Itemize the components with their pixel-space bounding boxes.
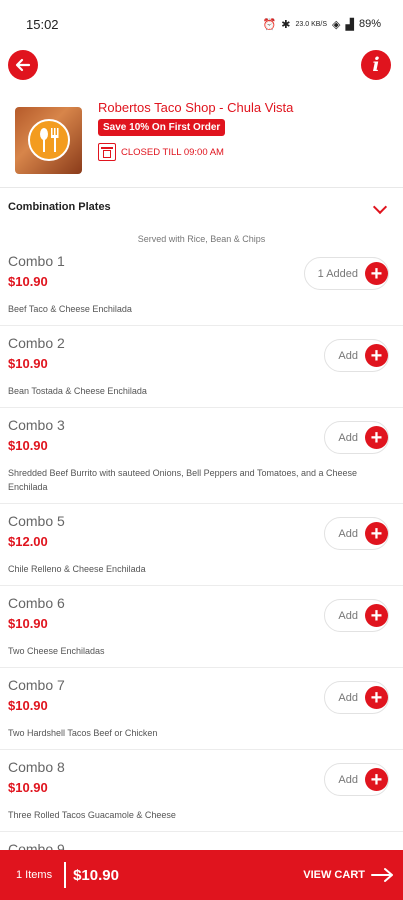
- category-title: Combination Plates: [8, 201, 111, 213]
- store-hours-text: CLOSED TILL 09:00 AM: [121, 146, 224, 158]
- store-logo: [15, 107, 82, 174]
- item-price: $10.90: [8, 438, 48, 453]
- add-label: Add: [338, 431, 358, 444]
- net-speed: 23.0 KB/S: [295, 20, 328, 28]
- add-label: Add: [338, 691, 358, 704]
- menu-item[interactable]: Combo 2 $10.90 Bean Tostada & Cheese Enc…: [0, 326, 403, 408]
- add-label: Add: [338, 527, 358, 540]
- store-header: Robertos Taco Shop - Chula Vista Save 10…: [0, 86, 403, 188]
- category-header[interactable]: Combination Plates Served with Rice, Bea…: [0, 188, 403, 244]
- item-name: Combo 3: [8, 417, 65, 433]
- category-subtitle: Served with Rice, Bean & Chips: [137, 234, 266, 244]
- menu-item[interactable]: Combo 6 $10.90 Two Cheese Enchiladas Add…: [0, 586, 403, 668]
- added-button[interactable]: 1 Added +: [303, 257, 389, 290]
- menu-item[interactable]: Combo 3 $10.90 Shredded Beef Burrito wit…: [0, 408, 403, 504]
- info-icon: i: [372, 54, 380, 76]
- item-name: Combo 8: [8, 759, 65, 775]
- item-description: Two Hardshell Tacos Beef or Chicken: [8, 728, 158, 738]
- item-description: Chile Relleno & Cheese Enchilada: [8, 564, 146, 574]
- signal-icon: ▟: [345, 18, 354, 31]
- top-bar: i: [0, 48, 403, 86]
- status-time: 15:02: [26, 16, 59, 32]
- item-name: Combo 2: [8, 335, 65, 351]
- add-button[interactable]: Add +: [324, 421, 389, 454]
- store-hours: CLOSED TILL 09:00 AM: [98, 143, 224, 161]
- plus-icon: +: [365, 768, 388, 791]
- plus-icon: +: [365, 604, 388, 627]
- add-button[interactable]: Add +: [324, 339, 389, 372]
- status-bar: 15:02 ⏰ ✱ 23.0 KB/S ◈ ▟ 89%: [0, 0, 403, 48]
- view-cart-button[interactable]: VIEW CART: [303, 867, 395, 883]
- menu-item-list: Combo 1 $10.90 Beef Taco & Cheese Enchil…: [0, 244, 403, 872]
- item-price: $10.90: [8, 616, 48, 631]
- view-cart-label: VIEW CART: [303, 869, 365, 881]
- bluetooth-icon: ✱: [281, 18, 291, 31]
- plus-icon: +: [365, 522, 388, 545]
- arrow-left-icon: [15, 58, 31, 72]
- item-name: Combo 6: [8, 595, 65, 611]
- item-description: Shredded Beef Burrito with sauteed Onion…: [8, 468, 358, 492]
- cart-divider: [64, 862, 67, 888]
- plus-icon: +: [365, 262, 388, 285]
- item-name: Combo 7: [8, 677, 65, 693]
- add-button[interactable]: Add +: [324, 763, 389, 796]
- battery-level: 89%: [358, 18, 381, 30]
- cart-bar[interactable]: 1 Items $10.90 VIEW CART: [0, 850, 403, 900]
- item-price: $10.90: [8, 780, 48, 795]
- item-description: Three Rolled Tacos Guacamole & Cheese: [8, 810, 176, 820]
- plus-icon: +: [365, 344, 388, 367]
- item-description: Beef Taco & Cheese Enchilada: [8, 304, 132, 314]
- alarm-icon: ⏰: [262, 18, 277, 31]
- add-button[interactable]: Add +: [324, 517, 389, 550]
- arrow-right-icon: [371, 868, 393, 882]
- back-button[interactable]: [8, 50, 38, 80]
- closed-store-icon: [98, 143, 116, 161]
- add-button[interactable]: Add +: [324, 681, 389, 714]
- chevron-down-icon[interactable]: [372, 199, 388, 215]
- item-price: $10.90: [8, 274, 48, 289]
- store-name: Robertos Taco Shop - Chula Vista: [98, 100, 294, 115]
- menu-item[interactable]: Combo 7 $10.90 Two Hardshell Tacos Beef …: [0, 668, 403, 750]
- item-price: $10.90: [8, 698, 48, 713]
- item-name: Combo 5: [8, 513, 65, 529]
- item-name: Combo 1: [8, 253, 65, 269]
- info-button[interactable]: i: [361, 50, 391, 80]
- cart-item-count: 1 Items: [16, 869, 53, 881]
- wifi-icon: ◈: [332, 18, 341, 31]
- add-button[interactable]: Add +: [324, 599, 389, 632]
- menu-item[interactable]: Combo 5 $12.00 Chile Relleno & Cheese En…: [0, 504, 403, 586]
- plus-icon: +: [365, 686, 388, 709]
- status-icons: ⏰ ✱ 23.0 KB/S ◈ ▟ 89%: [263, 18, 381, 31]
- plus-icon: +: [365, 426, 388, 449]
- promo-badge: Save 10% On First Order: [98, 119, 226, 136]
- item-description: Two Cheese Enchiladas: [8, 646, 105, 656]
- add-label: Add: [338, 349, 358, 362]
- add-label: 1 Added: [317, 267, 358, 280]
- item-price: $12.00: [8, 534, 48, 549]
- cart-total: $10.90: [73, 866, 119, 884]
- add-label: Add: [338, 609, 358, 622]
- fork-spoon-logo-icon: [28, 119, 70, 161]
- menu-item[interactable]: Combo 1 $10.90 Beef Taco & Cheese Enchil…: [0, 244, 403, 326]
- menu-item[interactable]: Combo 8 $10.90 Three Rolled Tacos Guacam…: [0, 750, 403, 832]
- add-label: Add: [338, 773, 358, 786]
- item-description: Bean Tostada & Cheese Enchilada: [8, 386, 147, 396]
- item-price: $10.90: [8, 356, 48, 371]
